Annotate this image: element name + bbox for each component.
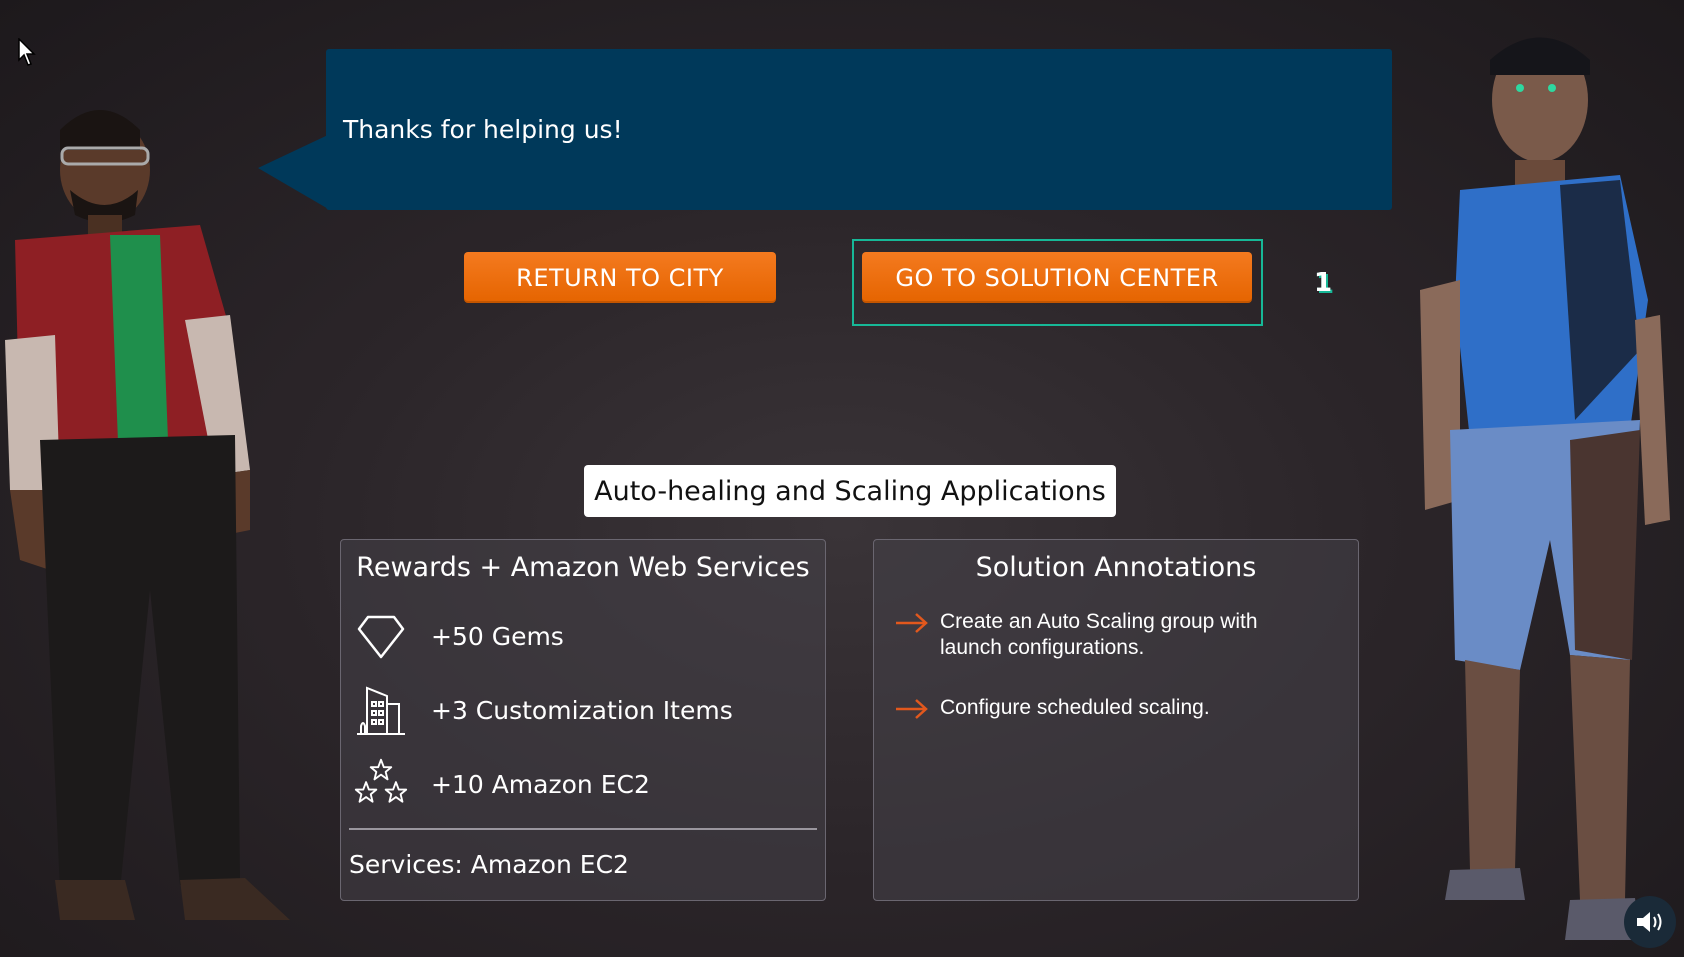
dialog-text: Thanks for helping us! <box>343 115 623 144</box>
reward-label: +50 Gems <box>431 621 564 651</box>
annotation-text: Configure scheduled scaling. <box>940 696 1210 719</box>
annotation-text: Create an Auto Scaling group with launch… <box>940 610 1258 659</box>
return-to-city-button[interactable]: RETURN TO CITY <box>464 252 776 303</box>
mission-title: Auto-healing and Scaling Applications <box>584 465 1116 517</box>
annotation-item: Create an Auto Scaling group with launch… <box>894 609 1320 661</box>
speaker-volume-icon <box>1637 912 1662 932</box>
reward-item: +3 Customization Items <box>353 680 733 740</box>
focus-marker-label: 1 <box>1314 268 1333 298</box>
rewards-panel-title: Rewards + Amazon Web Services <box>356 552 810 583</box>
services-label: Services: Amazon EC2 <box>349 850 629 879</box>
reward-label: +3 Customization Items <box>431 695 733 725</box>
annotation-item: Configure scheduled scaling. <box>894 695 1320 721</box>
mouse-pointer-icon <box>18 38 36 66</box>
solution-annotations-panel: Solution Annotations Create an Auto Scal… <box>873 539 1359 901</box>
npc-character-left <box>5 110 290 920</box>
go-to-solution-center-button[interactable]: GO TO SOLUTION CENTER <box>862 252 1252 303</box>
reward-label: +10 Amazon EC2 <box>431 769 650 799</box>
arrow-right-icon <box>896 699 928 719</box>
npc-character-right <box>1420 37 1670 940</box>
rewards-panel: Rewards + Amazon Web Services +50 Gems +… <box>340 539 826 901</box>
arrow-right-icon <box>896 613 928 633</box>
reward-item: +10 Amazon EC2 <box>353 754 650 814</box>
speech-bubble-tail <box>258 134 330 210</box>
building-icon <box>353 682 409 738</box>
stars-icon <box>353 756 409 812</box>
divider <box>349 828 817 830</box>
diamond-gem-icon <box>353 608 409 664</box>
reward-item: +50 Gems <box>353 606 564 666</box>
annotations-panel-title: Solution Annotations <box>975 552 1257 583</box>
sound-toggle-button[interactable] <box>1624 896 1676 948</box>
